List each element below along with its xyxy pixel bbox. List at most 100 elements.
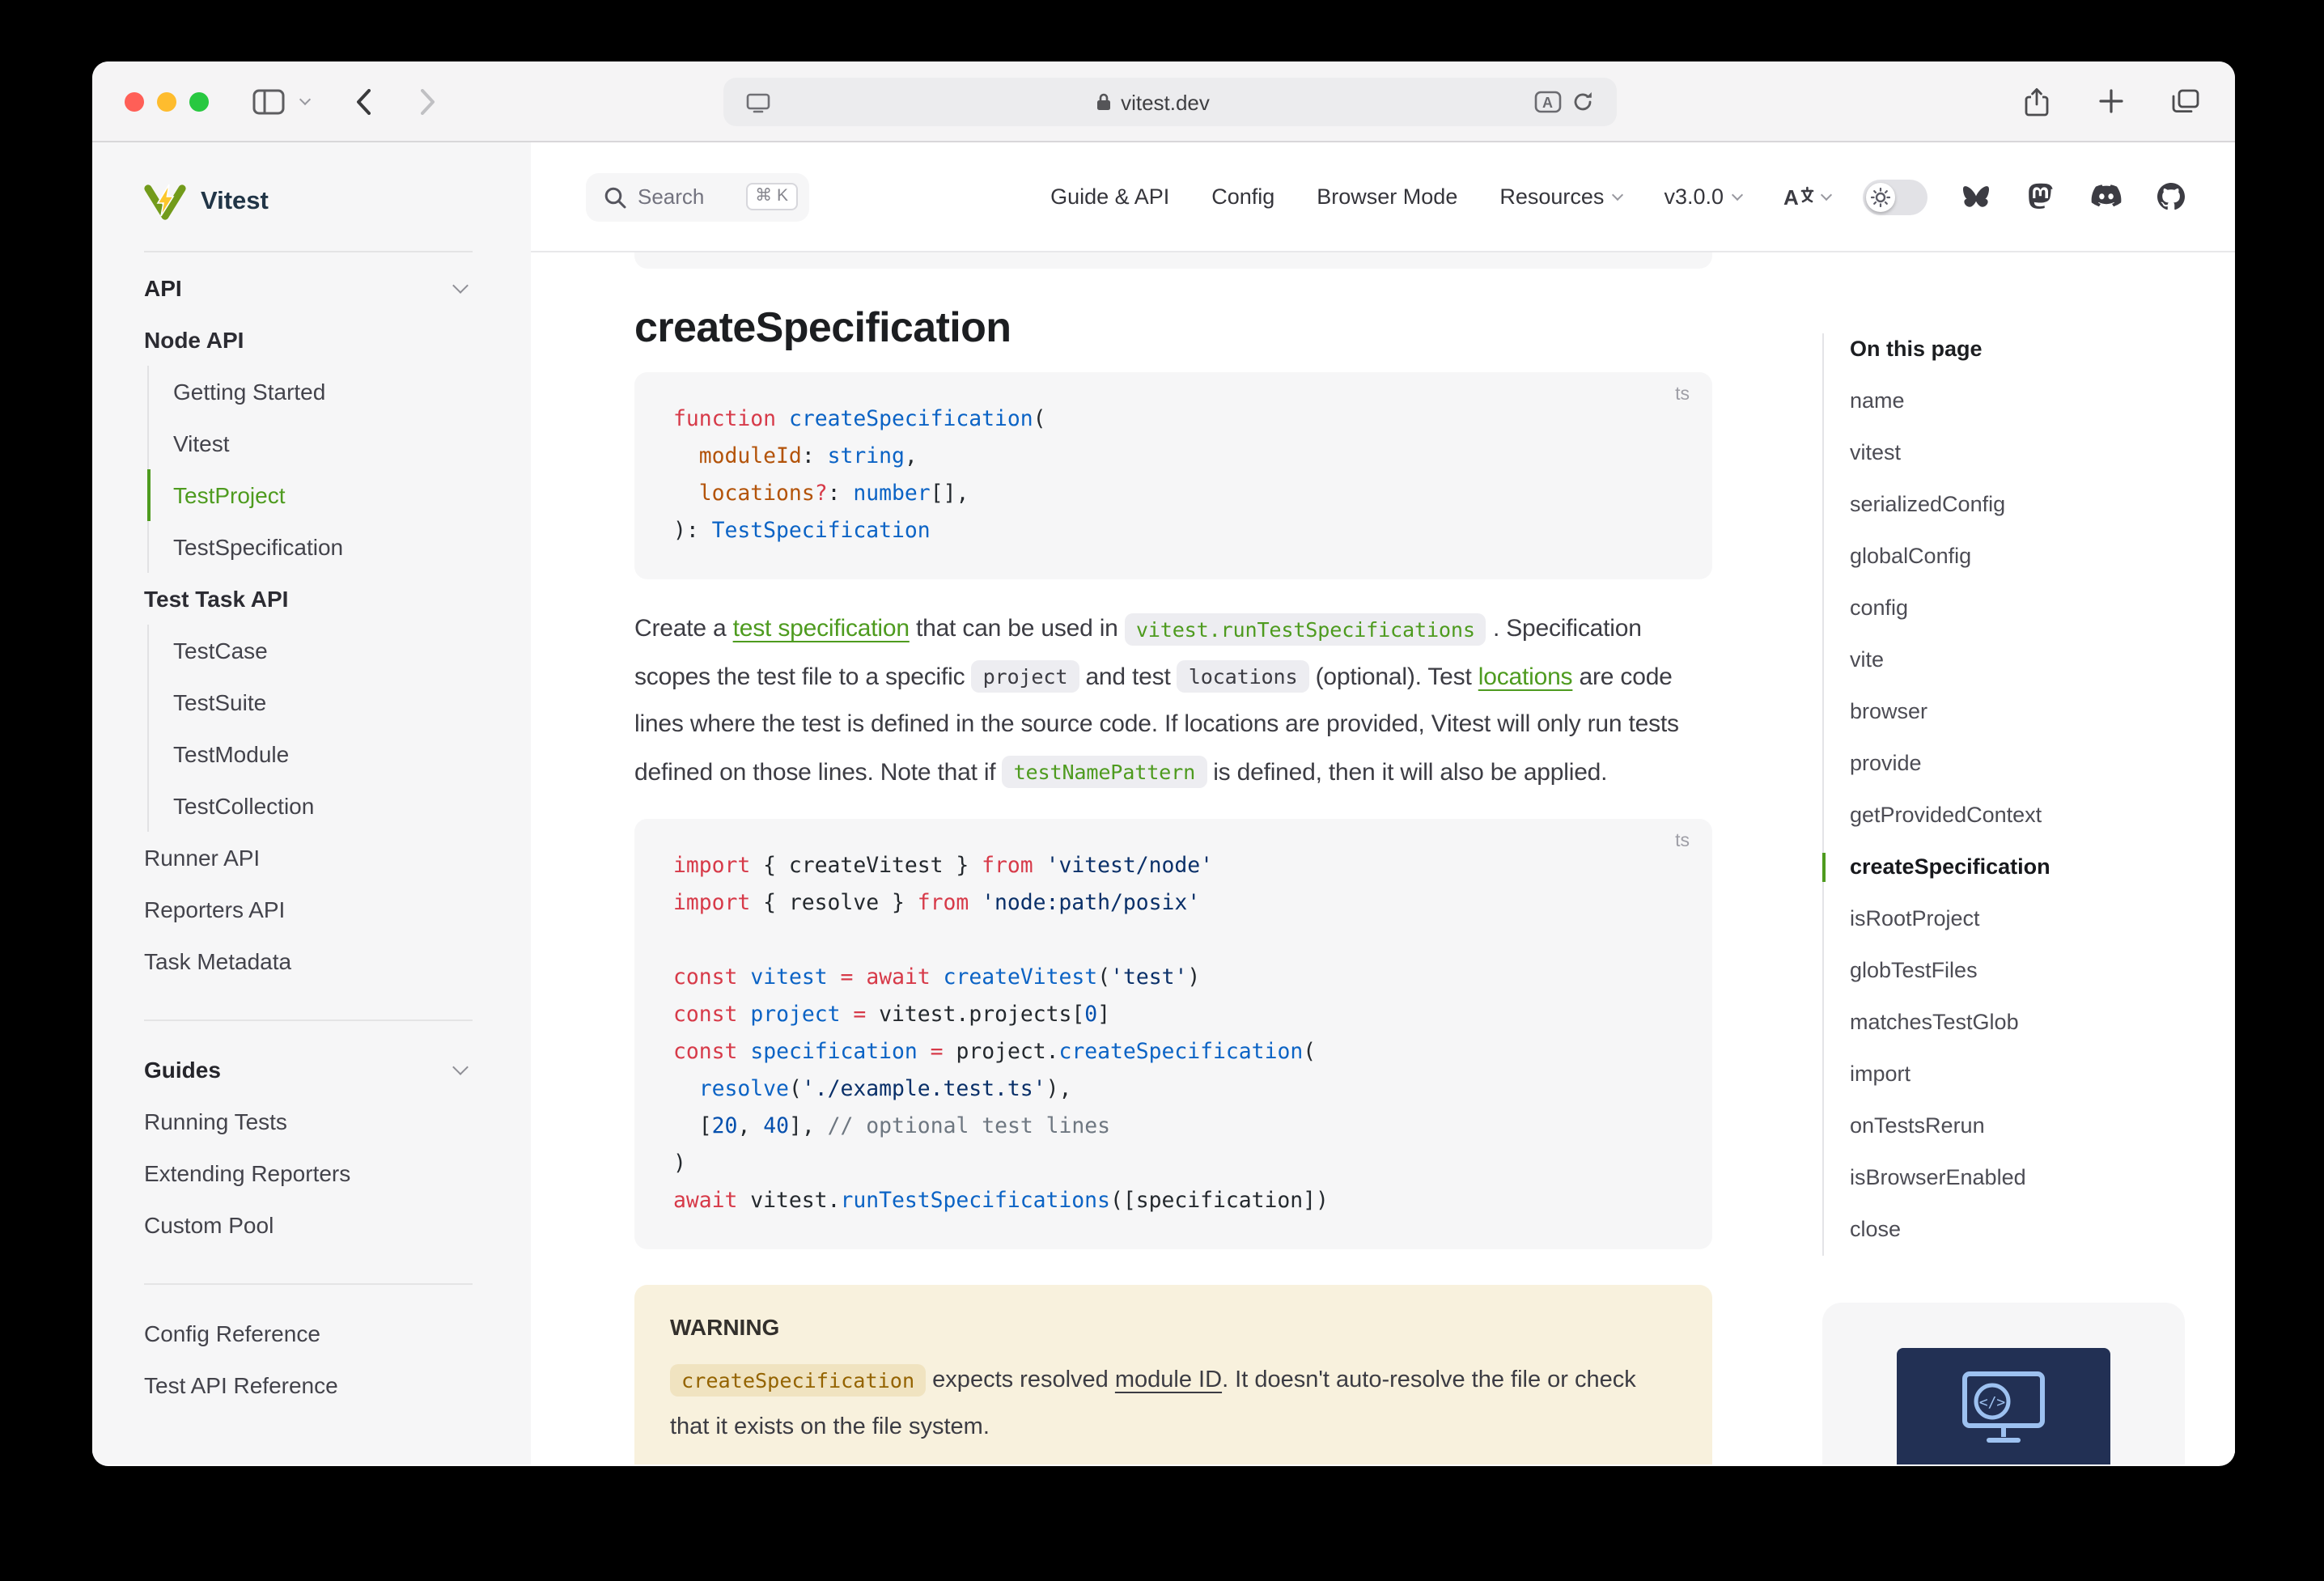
theme-toggle[interactable] (1863, 179, 1927, 214)
window-controls (125, 91, 209, 111)
sidebar-item-testproject[interactable]: TestProject (147, 469, 531, 521)
chevron-down-icon (1612, 189, 1623, 200)
sidebar-item-reporters-api[interactable]: Reporters API (144, 884, 531, 935)
toolbar-right (2018, 80, 2203, 122)
top-navbar: Search ⌘ K Guide & API Config Browser Mode… (531, 142, 2235, 252)
page-content: createSpecification ts function createSp… (531, 252, 2235, 1464)
sidebar-item-vitest[interactable]: Vitest (147, 418, 531, 469)
github-icon[interactable] (2154, 180, 2186, 213)
sidebar-item-testmodule[interactable]: TestModule (147, 728, 531, 780)
chevron-down-icon (452, 278, 469, 294)
code-block-signature: ts function createSpecification( moduleI… (634, 372, 1712, 579)
sidebar-item-guides[interactable]: Guides (144, 1044, 531, 1096)
nav-link-v3-0-0[interactable]: v3.0.0 (1664, 184, 1741, 209)
sidebar-item-runner-api[interactable]: Runner API (144, 832, 531, 884)
description-paragraph: Create a test specification that can be … (634, 605, 1719, 796)
sidebar-item-config-reference[interactable]: Config Reference (144, 1308, 531, 1359)
toc-item-name[interactable]: name (1850, 375, 2220, 427)
toc-list: namevitestserializedConfigglobalConfigco… (1850, 375, 2220, 1256)
code-example[interactable]: import { createVitest } from 'vitest/nod… (673, 848, 1673, 1220)
nav-link-resources[interactable]: Resources (1499, 184, 1622, 209)
sidebar-item-api[interactable]: API (144, 262, 531, 314)
monitor-code-icon: </> (1955, 1367, 2052, 1452)
previous-codeblock-edge (634, 252, 1712, 269)
toc-item-globalconfig[interactable]: globalConfig (1850, 531, 2220, 583)
sidebar-item-node-api[interactable]: Node API (144, 314, 531, 366)
page-display-icon[interactable] (740, 81, 775, 123)
sun-icon (1871, 187, 1890, 206)
zoom-window-button[interactable] (189, 91, 209, 111)
sidebar-item-testspecification[interactable]: TestSpecification (147, 521, 531, 573)
sidebar-item-getting-started[interactable]: Getting Started (147, 366, 531, 418)
mastodon-icon[interactable] (2025, 180, 2057, 213)
sidebar-item-testcase[interactable]: TestCase (147, 625, 531, 676)
doc-column: createSpecification ts function createSp… (634, 252, 1712, 1464)
sponsor-card[interactable]: </> (1822, 1303, 2185, 1464)
translate-icon: A (1783, 184, 1814, 209)
toc-item-config[interactable]: config (1850, 583, 2220, 634)
on-this-page: On this page namevitestserializedConfigg… (1822, 333, 2220, 1256)
sidebar-item-testsuite[interactable]: TestSuite (147, 676, 531, 728)
inline-link-module-id[interactable]: module ID (1115, 1367, 1222, 1393)
sidebar-chevron-down-icon[interactable] (299, 93, 311, 104)
docs-app: Vitest APINode APIGetting StartedVitestT… (92, 142, 2235, 1464)
toc-item-isrootproject[interactable]: isRootProject (1850, 893, 2220, 945)
minimize-window-button[interactable] (157, 91, 176, 111)
toc-item-vite[interactable]: vite (1850, 634, 2220, 686)
vitest-logo-icon (144, 183, 186, 222)
code-lang-badge: ts (1675, 385, 1690, 405)
forward-button[interactable] (409, 80, 445, 122)
sidebar-toggle-icon[interactable] (251, 80, 286, 122)
sidebar-item-testcollection[interactable]: TestCollection (147, 780, 531, 832)
search-button[interactable]: Search ⌘ K (586, 172, 809, 221)
show-tabs-icon[interactable] (2167, 80, 2203, 122)
code-signature[interactable]: function createSpecification( moduleId: … (673, 401, 1673, 550)
sidebar-item-task-metadata[interactable]: Task Metadata (144, 935, 531, 987)
sidebar-item-extending-reporters[interactable]: Extending Reporters (144, 1147, 531, 1199)
inline-link-locations[interactable]: locations (1478, 663, 1573, 690)
sponsor-image: </> (1897, 1348, 2110, 1464)
toc-item-serializedconfig[interactable]: serializedConfig (1850, 479, 2220, 531)
inline-code-vitest-runtestspecifications[interactable]: vitest.runTestSpecifications (1125, 612, 1486, 645)
toc-item-import[interactable]: import (1850, 1049, 2220, 1100)
code-block-example: ts import { createVitest } from 'vitest/… (634, 819, 1712, 1249)
desktop: vitest.dev A (0, 0, 2324, 1581)
toc-item-provide[interactable]: provide (1850, 738, 2220, 790)
sidebar-item-running-tests[interactable]: Running Tests (144, 1096, 531, 1147)
bluesky-icon[interactable] (1960, 180, 1992, 213)
sidebar-item-test-task-api[interactable]: Test Task API (144, 573, 531, 625)
toc-item-createspecification[interactable]: createSpecification (1850, 841, 2220, 893)
toc-item-close[interactable]: close (1850, 1204, 2220, 1256)
discord-icon[interactable] (2089, 180, 2122, 213)
reload-icon[interactable] (1565, 81, 1601, 123)
toc-item-vitest[interactable]: vitest (1850, 427, 2220, 479)
inline-code-testnamepattern[interactable]: testNamePattern (1003, 756, 1207, 788)
new-tab-icon[interactable] (2093, 80, 2128, 122)
toc-item-browser[interactable]: browser (1850, 686, 2220, 738)
toc-item-globtestfiles[interactable]: globTestFiles (1850, 945, 2220, 997)
translate-icon[interactable]: A (1529, 81, 1565, 123)
inline-link-test-specification[interactable]: test specification (733, 615, 910, 642)
vitest-logo[interactable]: Vitest (144, 178, 531, 227)
browser-window: vitest.dev A (92, 61, 2235, 1466)
url-bar[interactable]: vitest.dev A (723, 78, 1617, 126)
toc-item-getprovidedcontext[interactable]: getProvidedContext (1850, 790, 2220, 841)
sidebar-item-test-api-reference[interactable]: Test API Reference (144, 1359, 531, 1411)
back-button[interactable] (345, 80, 380, 122)
language-menu[interactable]: A (1783, 184, 1830, 209)
nav-link-guide-api[interactable]: Guide & API (1050, 184, 1169, 209)
share-icon[interactable] (2018, 80, 2054, 122)
chevron-down-icon (1821, 189, 1832, 200)
toc-item-isbrowserenabled[interactable]: isBrowserEnabled (1850, 1152, 2220, 1204)
nav-link-config[interactable]: Config (1211, 184, 1274, 209)
sidebar-item-custom-pool[interactable]: Custom Pool (144, 1199, 531, 1251)
vitest-logo-text: Vitest (201, 188, 269, 217)
sidebar-divider (144, 1283, 473, 1285)
url-display[interactable]: vitest.dev (775, 90, 1529, 114)
search-label: Search (638, 184, 704, 209)
nav-link-browser-mode[interactable]: Browser Mode (1317, 184, 1457, 209)
search-icon (604, 185, 626, 208)
toc-item-matchestestglob[interactable]: matchesTestGlob (1850, 997, 2220, 1049)
toc-item-ontestsrerun[interactable]: onTestsRerun (1850, 1100, 2220, 1152)
close-window-button[interactable] (125, 91, 144, 111)
